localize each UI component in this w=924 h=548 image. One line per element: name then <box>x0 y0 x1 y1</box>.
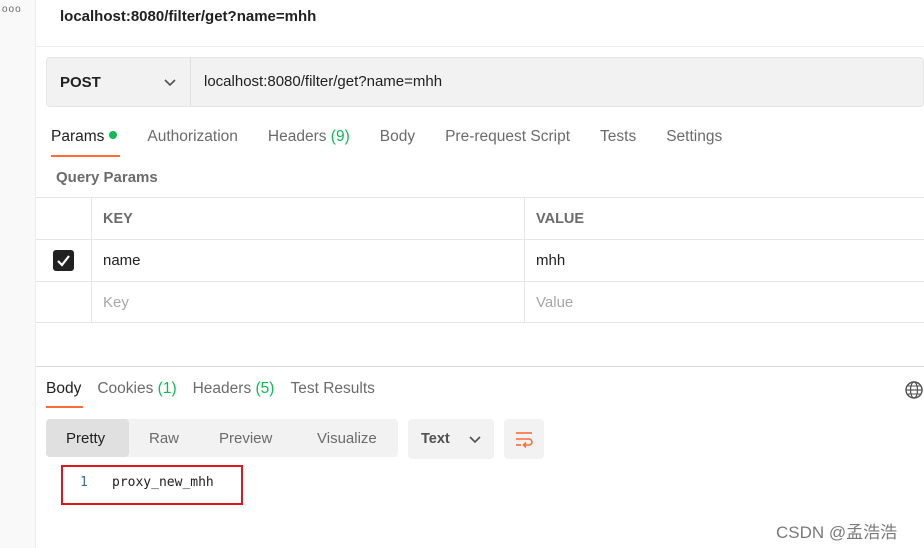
format-select[interactable]: Text <box>408 419 494 459</box>
response-tab-headers[interactable]: Headers (5) <box>193 380 275 408</box>
response-headers-count: (5) <box>255 380 275 397</box>
tab-headers-label: Headers <box>267 128 327 145</box>
response-tab-test-results[interactable]: Test Results <box>290 380 374 408</box>
row-check-cell <box>36 240 92 281</box>
divider <box>36 46 924 47</box>
view-visualize[interactable]: Visualize <box>293 419 398 457</box>
header-check-cell <box>36 198 92 239</box>
wrap-lines-button[interactable] <box>504 419 544 459</box>
param-key-field[interactable]: name <box>92 240 525 281</box>
query-params-title: Query Params <box>56 169 158 186</box>
more-options-icon[interactable]: ooo <box>2 5 22 15</box>
row-check-cell <box>36 282 92 322</box>
wrap-lines-icon <box>516 432 533 448</box>
response-tabs: Body Cookies (1) Headers (5) Test Result… <box>46 380 391 408</box>
method-select[interactable]: POST <box>47 58 191 106</box>
param-value-field[interactable]: mhh <box>525 240 924 281</box>
response-divider[interactable] <box>36 366 924 367</box>
response-headers-label: Headers <box>192 380 252 397</box>
param-enabled-checkbox[interactable] <box>53 250 74 271</box>
table-row-empty: Key Value <box>36 281 924 323</box>
left-sidebar-rail: ooo <box>0 0 36 548</box>
table-row: name mhh <box>36 239 924 281</box>
tab-body[interactable]: Body <box>380 128 415 156</box>
view-preview[interactable]: Preview <box>189 419 293 457</box>
method-label: POST <box>60 73 101 91</box>
response-view-segmented: Pretty Raw Preview Visualize <box>46 419 398 457</box>
request-tabs: Params Authorization Headers (9) Body Pr… <box>51 128 752 158</box>
watermark: CSDN @孟浩浩 <box>776 523 898 542</box>
tab-params[interactable]: Params <box>51 128 121 157</box>
new-key-field[interactable]: Key <box>92 282 525 322</box>
tab-prerequest-script[interactable]: Pre-request Script <box>445 128 570 156</box>
new-value-field[interactable]: Value <box>525 282 924 322</box>
tab-settings[interactable]: Settings <box>666 128 722 156</box>
request-title[interactable]: localhost:8080/filter/get?name=mhh <box>60 8 316 25</box>
tab-tests[interactable]: Tests <box>600 128 636 156</box>
column-header-value: VALUE <box>536 210 585 227</box>
chevron-down-icon <box>164 79 176 87</box>
format-label: Text <box>421 431 450 447</box>
cookies-count: (1) <box>157 380 177 397</box>
line-number: 1 <box>80 475 88 490</box>
checkmark-icon <box>57 255 70 267</box>
tab-headers-count: (9) <box>330 128 350 145</box>
view-pretty[interactable]: Pretty <box>46 419 129 457</box>
response-tab-body[interactable]: Body <box>46 380 84 408</box>
params-table: KEY VALUE name mhh Key Value <box>36 197 924 323</box>
view-raw[interactable]: Raw <box>129 419 189 457</box>
tab-params-label: Params <box>51 128 105 145</box>
params-active-dot <box>109 131 118 139</box>
table-header-row: KEY VALUE <box>36 197 924 239</box>
url-bar: POST localhost:8080/filter/get?name=mhh <box>46 57 924 107</box>
column-header-key: KEY <box>92 198 525 239</box>
globe-icon[interactable] <box>904 380 924 400</box>
chevron-down-icon <box>469 436 481 444</box>
url-input[interactable]: localhost:8080/filter/get?name=mhh <box>204 73 442 90</box>
response-body-line: proxy_new_mhh <box>112 475 214 490</box>
response-tab-cookies[interactable]: Cookies (1) <box>97 380 176 408</box>
cookies-label: Cookies <box>97 380 154 397</box>
tab-authorization[interactable]: Authorization <box>147 128 237 156</box>
tab-headers[interactable]: Headers (9) <box>268 128 350 156</box>
